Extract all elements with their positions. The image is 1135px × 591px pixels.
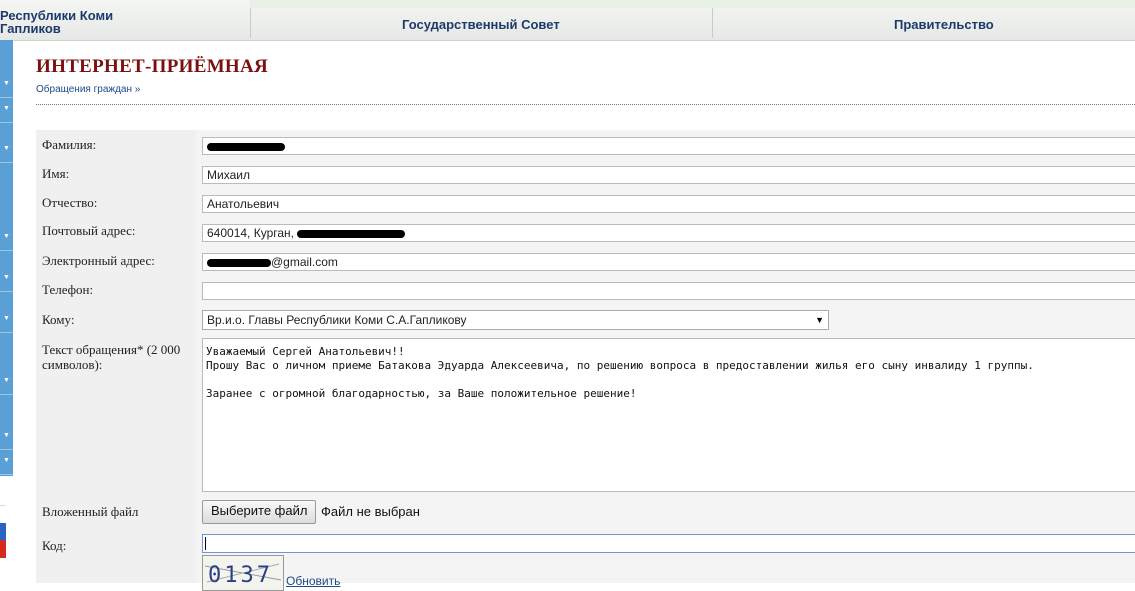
- sidebar-menu-item[interactable]: ▼: [0, 450, 13, 475]
- chevron-down-icon: ▼: [3, 315, 10, 322]
- chevron-down-icon: ▼: [3, 105, 10, 112]
- sidebar-menu-item[interactable]: ▼: [0, 425, 13, 450]
- refresh-captcha-link[interactable]: Обновить: [286, 574, 340, 588]
- captcha-text: 0137: [208, 563, 273, 588]
- recipient-select[interactable]: Вр.и.о. Главы Республики Коми С.А.Гаплик…: [202, 310, 829, 330]
- message-textarea[interactable]: Уважаемый Сергей Анатольевич!! Прошу Вас…: [202, 338, 1135, 492]
- form-row-to: Кому: Вр.и.о. Главы Республики Коми С.А.…: [36, 304, 1135, 335]
- left-sidebar: ▼ ▼ ▼ ▼ ▼ ▼ ▼ ▼ ▼: [0, 40, 13, 476]
- chevron-down-icon: ▼: [3, 377, 10, 384]
- captcha-image: 0137: [202, 555, 284, 591]
- postal-value: 640014, Курган,: [207, 226, 294, 240]
- sidebar-menu-item[interactable]: ▼: [0, 267, 13, 292]
- form-row-phone: Телефон:: [36, 275, 1135, 305]
- patronymic-field[interactable]: Анатольевич: [202, 195, 1135, 213]
- chevron-down-icon: ▼: [3, 274, 10, 281]
- redacted-text: [297, 229, 406, 238]
- chevron-down-icon: ▼: [3, 457, 10, 464]
- file-status: Файл не выбран: [321, 504, 420, 519]
- sidebar-menu-item[interactable]: ▼: [0, 226, 13, 251]
- page-title: ИНТЕРНЕТ-ПРИЁМНАЯ: [36, 56, 269, 77]
- text-caret: [205, 537, 206, 550]
- email-field[interactable]: @gmail.com: [202, 253, 1135, 271]
- breadcrumb-link[interactable]: Обращения граждан: [36, 84, 132, 95]
- patronymic-label: Отчество:: [42, 195, 98, 210]
- surname-field[interactable]: [202, 137, 1135, 155]
- name-label: Имя:: [42, 166, 70, 181]
- phone-field[interactable]: [202, 282, 1135, 300]
- breadcrumb: Обращения граждан »: [36, 84, 140, 95]
- form-row-attachment: Вложенный файл Выберите файл Файл не выб…: [36, 496, 1135, 531]
- sidebar-menu-item[interactable]: ▼: [0, 73, 13, 98]
- choose-file-button[interactable]: Выберите файл: [202, 500, 317, 524]
- email-label: Электронный адрес:: [42, 253, 155, 268]
- flag-icon: [0, 505, 6, 558]
- nav-government[interactable]: Правительство: [894, 17, 994, 32]
- postal-label: Почтовый адрес:: [42, 223, 136, 238]
- email-value: @gmail.com: [271, 255, 338, 269]
- sidebar-menu-item[interactable]: ▼: [0, 138, 13, 163]
- nav-state-council[interactable]: Государственный Совет: [402, 17, 560, 32]
- to-label: Кому:: [42, 312, 75, 327]
- name-field[interactable]: Михаил: [202, 166, 1135, 184]
- sidebar-menu-item[interactable]: ▼: [0, 308, 13, 333]
- form-row-code: Код: 0137 Обновить: [36, 530, 1135, 591]
- form-row-name: Имя: Михаил: [36, 159, 1135, 189]
- recipient-selected: Вр.и.о. Главы Республики Коми С.А.Гаплик…: [207, 313, 467, 327]
- redacted-text: [207, 142, 285, 151]
- redacted-text: [207, 258, 271, 267]
- sidebar-menu-item[interactable]: ▼: [0, 98, 13, 123]
- form-row-email: Электронный адрес: @gmail.com: [36, 246, 1135, 276]
- chevron-down-icon: ▼: [3, 80, 10, 87]
- brand-line-2: Гапликов: [0, 21, 61, 36]
- chevron-down-icon: ▼: [3, 145, 10, 152]
- divider: [36, 104, 1135, 105]
- surname-label: Фамилия:: [42, 137, 97, 152]
- form-row-surname: Фамилия:: [36, 130, 1135, 160]
- captcha-input[interactable]: [202, 534, 1135, 553]
- chevron-down-icon: ▼: [3, 432, 10, 439]
- postal-field[interactable]: 640014, Курган,: [202, 224, 1135, 242]
- phone-label: Телефон:: [42, 282, 94, 297]
- sidebar-menu-item[interactable]: ▼: [0, 370, 13, 395]
- nav-divider: [250, 8, 251, 38]
- chevron-down-icon: ▼: [3, 233, 10, 240]
- attachment-label: Вложенный файл: [42, 504, 139, 519]
- code-label: Код:: [42, 538, 67, 553]
- dropdown-arrow-icon: ▼: [815, 315, 824, 325]
- site-brand[interactable]: Республики Коми Гапликов: [0, 9, 113, 35]
- message-label: Текст обращения* (2 000 символов):: [42, 342, 181, 372]
- top-navigation: Республики Коми Гапликов Государственный…: [0, 0, 1135, 41]
- form-row-postal: Почтовый адрес: 640014, Курган,: [36, 217, 1135, 247]
- header-strip: [250, 0, 1135, 8]
- nav-divider: [712, 8, 713, 38]
- form-row-patronymic: Отчество: Анатольевич: [36, 188, 1135, 218]
- form-row-message: Текст обращения* (2 000 символов): Уважа…: [36, 334, 1135, 497]
- breadcrumb-separator: »: [134, 84, 141, 95]
